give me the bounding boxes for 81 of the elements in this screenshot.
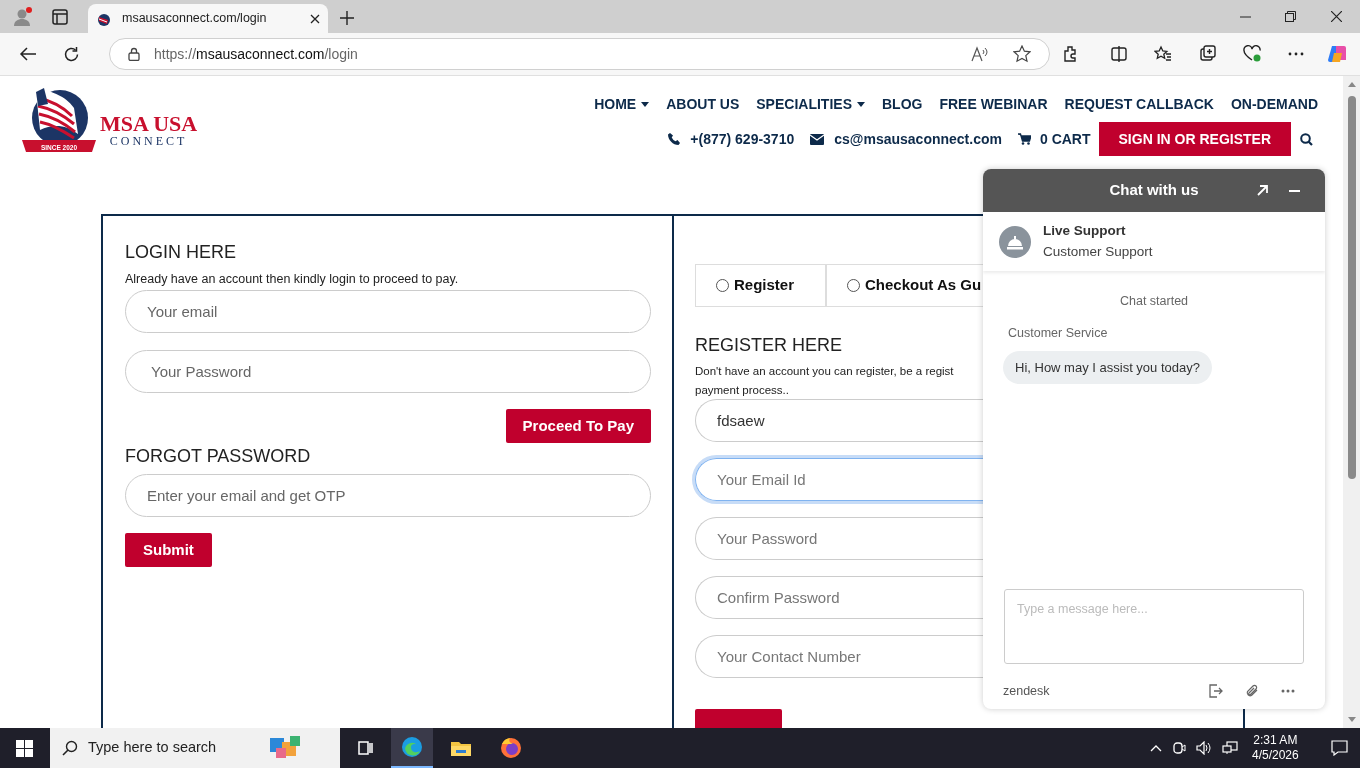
mail-icon xyxy=(810,133,825,145)
lock-icon[interactable] xyxy=(128,47,140,61)
submit-button[interactable]: Submit xyxy=(125,532,212,567)
scroll-down-icon[interactable] xyxy=(1347,717,1356,722)
login-heading: LOGIN HERE xyxy=(125,241,238,264)
cart-icon xyxy=(1017,133,1031,145)
email-link[interactable]: cs@msausaconnect.com xyxy=(834,128,1002,150)
star-icon[interactable] xyxy=(1013,45,1031,63)
sign-in-button[interactable]: SIGN IN OR REGISTER xyxy=(1098,122,1291,156)
tray-chevron-icon[interactable] xyxy=(1150,744,1162,752)
nav-link[interactable]: FREE WEBINAR xyxy=(939,94,1048,115)
scrollbar[interactable] xyxy=(1343,76,1360,728)
nav-link[interactable]: HOME xyxy=(594,94,650,115)
cart-link[interactable]: 0 CART xyxy=(1039,128,1091,150)
chat-message: Hi, How may I assist you today? xyxy=(1003,350,1212,384)
tab-actions-icon[interactable] xyxy=(52,9,68,25)
url-text: https://msausaconnect.com/login xyxy=(154,44,359,64)
input-field[interactable]: Your Password xyxy=(125,349,651,393)
scroll-up-icon[interactable] xyxy=(1347,82,1356,87)
nav-link[interactable]: ON-DEMAND xyxy=(1230,94,1318,115)
input-field[interactable]: Your Email Id xyxy=(695,458,983,501)
nav-link[interactable]: BLOG xyxy=(881,94,923,115)
more-options-icon[interactable] xyxy=(1281,689,1295,694)
login-note: Already have an account then kindly login to proceed to pay. xyxy=(125,271,460,288)
register-description: Don't have an account you can register, be a regist payment process.. xyxy=(695,364,955,398)
health-icon[interactable] xyxy=(1243,45,1261,63)
input-field[interactable]: Your Contact Number xyxy=(695,635,983,678)
read-aloud-icon[interactable] xyxy=(971,46,989,62)
input-field[interactable]: Your email xyxy=(125,289,651,333)
zendesk-brand: zendesk xyxy=(1003,683,1051,700)
restore-icon[interactable] xyxy=(1285,11,1296,22)
forgot-heading: FORGOT PASSWORD xyxy=(125,444,312,468)
back-icon[interactable] xyxy=(19,47,37,61)
agent-name: Live Support xyxy=(1043,222,1127,241)
new-tab-icon[interactable] xyxy=(340,11,354,25)
input-field[interactable]: Your Password xyxy=(695,517,983,560)
end-chat-icon[interactable] xyxy=(1209,684,1223,699)
notification-icon[interactable] xyxy=(1330,740,1348,756)
register-heading: REGISTER HERE xyxy=(695,334,844,357)
phone-icon xyxy=(668,133,681,145)
profile-icon[interactable] xyxy=(12,6,34,28)
search-icon[interactable] xyxy=(1300,132,1313,146)
logo-subtitle: CONNECT xyxy=(109,135,188,147)
agent-role: Customer Support xyxy=(1043,242,1153,261)
windows-start-icon[interactable] xyxy=(16,739,33,757)
close-window-icon[interactable] xyxy=(1331,11,1342,22)
favorites-icon[interactable] xyxy=(1154,45,1172,63)
search-icon xyxy=(62,740,78,756)
bell-avatar-icon xyxy=(999,225,1031,258)
collections-icon[interactable] xyxy=(1199,45,1217,63)
tab-title: msausaconnect.com/login xyxy=(122,10,268,28)
nav-link[interactable]: REQUEST CALLBACK xyxy=(1064,94,1214,115)
browser-tab[interactable]: msausaconnect.com/login xyxy=(88,4,328,33)
edge-browser-icon[interactable] xyxy=(391,728,433,768)
volume-icon[interactable] xyxy=(1196,741,1212,755)
close-tab-icon[interactable] xyxy=(310,13,320,24)
copilot-icon[interactable] xyxy=(1327,43,1349,65)
attachment-icon[interactable] xyxy=(1245,684,1259,699)
address-field[interactable]: https://msausaconnect.com/login xyxy=(109,38,1050,70)
network-icon[interactable] xyxy=(1222,741,1238,755)
nav-link[interactable]: ABOUT US xyxy=(666,94,740,115)
reload-icon[interactable] xyxy=(63,45,80,63)
popout-icon[interactable] xyxy=(1257,185,1268,196)
clock-date: 4/5/2026 xyxy=(1252,748,1299,763)
taskbar-search-field[interactable]: Type here to search xyxy=(50,728,340,768)
input-field[interactable]: Confirm Password xyxy=(695,576,983,619)
proceed-button[interactable]: Proceed To Pay xyxy=(505,408,651,443)
clock-time: 2:31 AM xyxy=(1253,733,1298,748)
nav-link[interactable]: SPECIALITIES xyxy=(756,94,865,115)
message-field[interactable]: Type a message here... xyxy=(1004,589,1304,664)
logo-title: MSA USA xyxy=(100,113,198,135)
chat-title: Chat with us xyxy=(1109,180,1199,201)
scroll-thumb[interactable] xyxy=(1347,96,1356,479)
option-tab[interactable]: Register xyxy=(695,264,826,307)
phone-link[interactable]: +(877) 629-3710 xyxy=(690,128,795,150)
sender-name: Customer Service xyxy=(1008,324,1109,342)
split-screen-icon[interactable] xyxy=(1110,45,1128,63)
input-field[interactable]: Enter your email and get OTP xyxy=(125,473,651,517)
meet-icon[interactable] xyxy=(1172,741,1186,755)
chat-status: Chat started xyxy=(1119,293,1189,310)
input-field[interactable]: fdsaew xyxy=(695,399,983,442)
